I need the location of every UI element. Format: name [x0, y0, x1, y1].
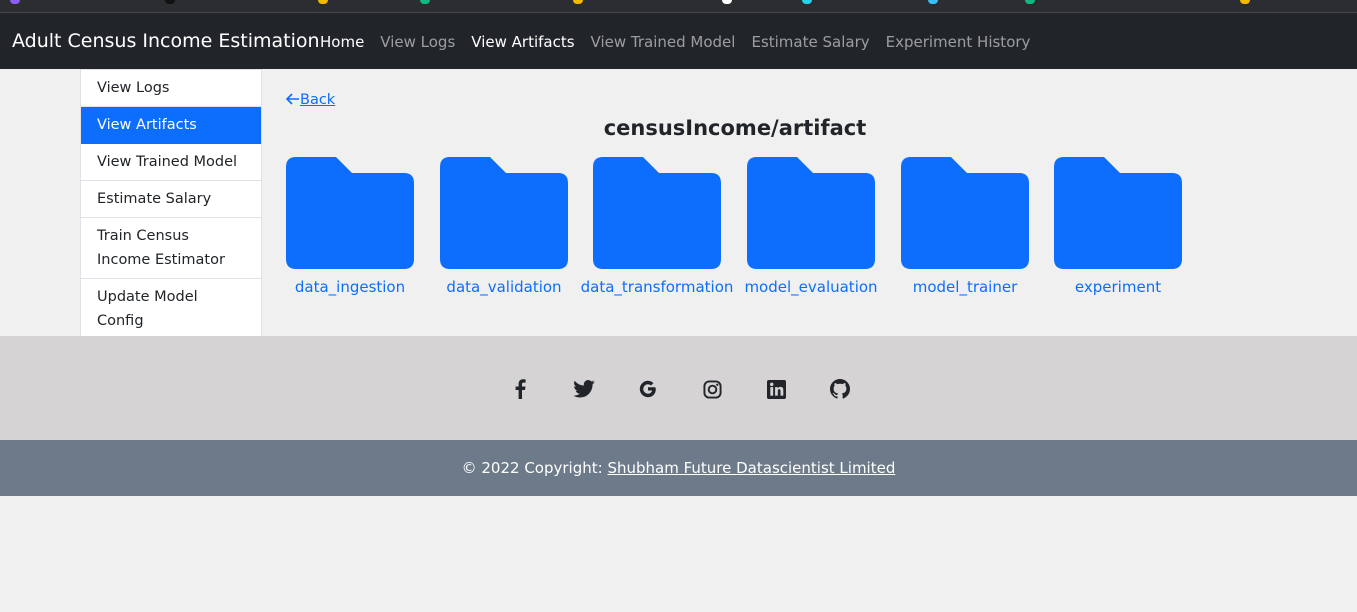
nav-experiment-history[interactable]: Experiment History: [886, 33, 1031, 51]
folder-icon: [593, 157, 721, 269]
sidebar-item-view-artifacts[interactable]: View Artifacts: [81, 107, 261, 144]
folder-icon: [747, 157, 875, 269]
copyright-text: © 2022 Copyright:: [461, 459, 608, 477]
folder-icon: [286, 157, 414, 269]
folder-label: model_evaluation: [744, 278, 878, 296]
folder-model-evaluation[interactable]: model_evaluation: [734, 157, 888, 296]
copyright-link[interactable]: Shubham Future Datascientist Limited: [607, 459, 895, 477]
nav-view-logs[interactable]: View Logs: [380, 33, 455, 51]
google-icon[interactable]: [633, 376, 663, 402]
back-label: Back: [300, 92, 336, 108]
top-navbar: Adult Census Income Estimation Home View…: [0, 13, 1357, 69]
sidebar-item-train-estimator[interactable]: Train Census Income Estimator: [81, 218, 261, 279]
nav-home[interactable]: Home: [320, 33, 364, 51]
instagram-icon[interactable]: [697, 376, 727, 402]
copyright-bar: © 2022 Copyright: Shubham Future Datasci…: [0, 440, 1357, 496]
folder-label: data_ingestion: [294, 278, 406, 296]
folder-label: model_trainer: [912, 278, 1018, 296]
sidebar-item-view-trained-model[interactable]: View Trained Model: [81, 144, 261, 181]
arrow-left-icon: [285, 92, 300, 108]
folder-data-ingestion[interactable]: data_ingestion: [273, 157, 427, 296]
back-link[interactable]: Back: [285, 92, 336, 108]
nav-view-artifacts[interactable]: View Artifacts: [471, 33, 574, 51]
browser-bookmarks-strip: [0, 0, 1357, 13]
folder-model-trainer[interactable]: model_trainer: [888, 157, 1042, 296]
sidebar-item-update-model-config[interactable]: Update Model Config: [81, 279, 261, 339]
folder-label: experiment: [1074, 278, 1162, 296]
nav-view-trained-model[interactable]: View Trained Model: [591, 33, 736, 51]
folder-icon: [901, 157, 1029, 269]
nav-estimate-salary[interactable]: Estimate Salary: [751, 33, 869, 51]
facebook-icon[interactable]: [505, 376, 535, 402]
folder-data-validation[interactable]: data_validation: [427, 157, 581, 296]
sidebar-item-view-logs[interactable]: View Logs: [81, 70, 261, 107]
brand-title[interactable]: Adult Census Income Estimation: [12, 30, 320, 52]
github-icon[interactable]: [825, 376, 855, 402]
social-footer: [0, 336, 1357, 440]
twitter-icon[interactable]: [569, 376, 599, 402]
linkedin-icon[interactable]: [761, 376, 791, 402]
folder-experiment[interactable]: experiment: [1041, 157, 1195, 296]
sidebar-menu: View Logs View Artifacts View Trained Mo…: [80, 69, 262, 340]
folder-label: data_transformation: [580, 278, 734, 296]
folder-label: data_validation: [446, 278, 562, 296]
page-title: censusIncome/artifact: [603, 116, 867, 140]
folder-icon: [440, 157, 568, 269]
folder-data-transformation[interactable]: data_transformation: [580, 157, 734, 296]
folder-icon: [1054, 157, 1182, 269]
sidebar-item-estimate-salary[interactable]: Estimate Salary: [81, 181, 261, 218]
nav-links: Home View Logs View Artifacts View Train…: [320, 33, 1046, 51]
